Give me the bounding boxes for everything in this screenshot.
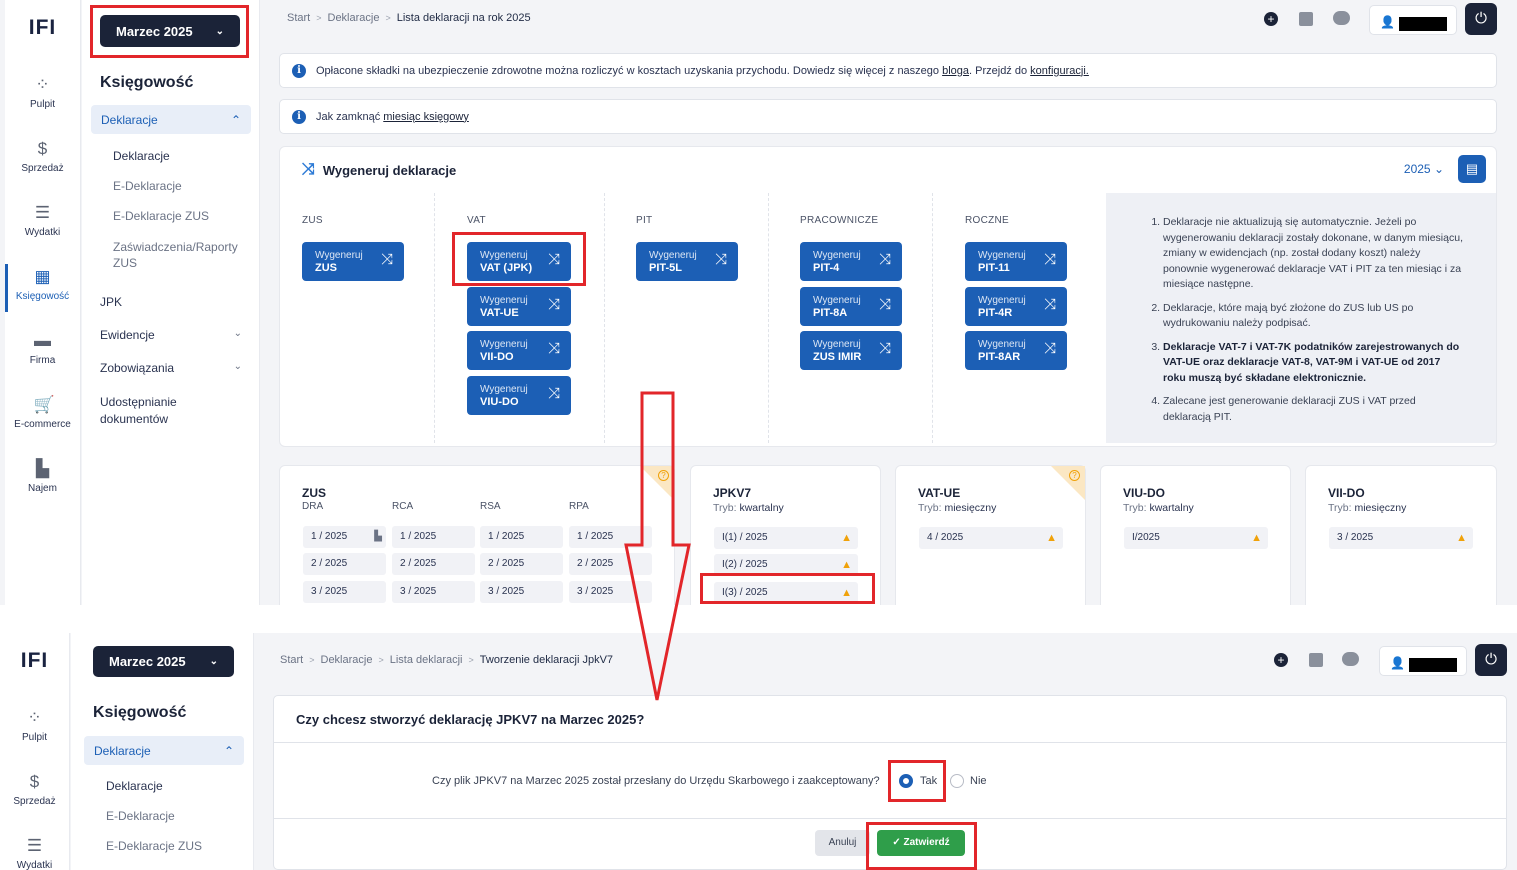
annotation-arrow	[624, 391, 691, 701]
